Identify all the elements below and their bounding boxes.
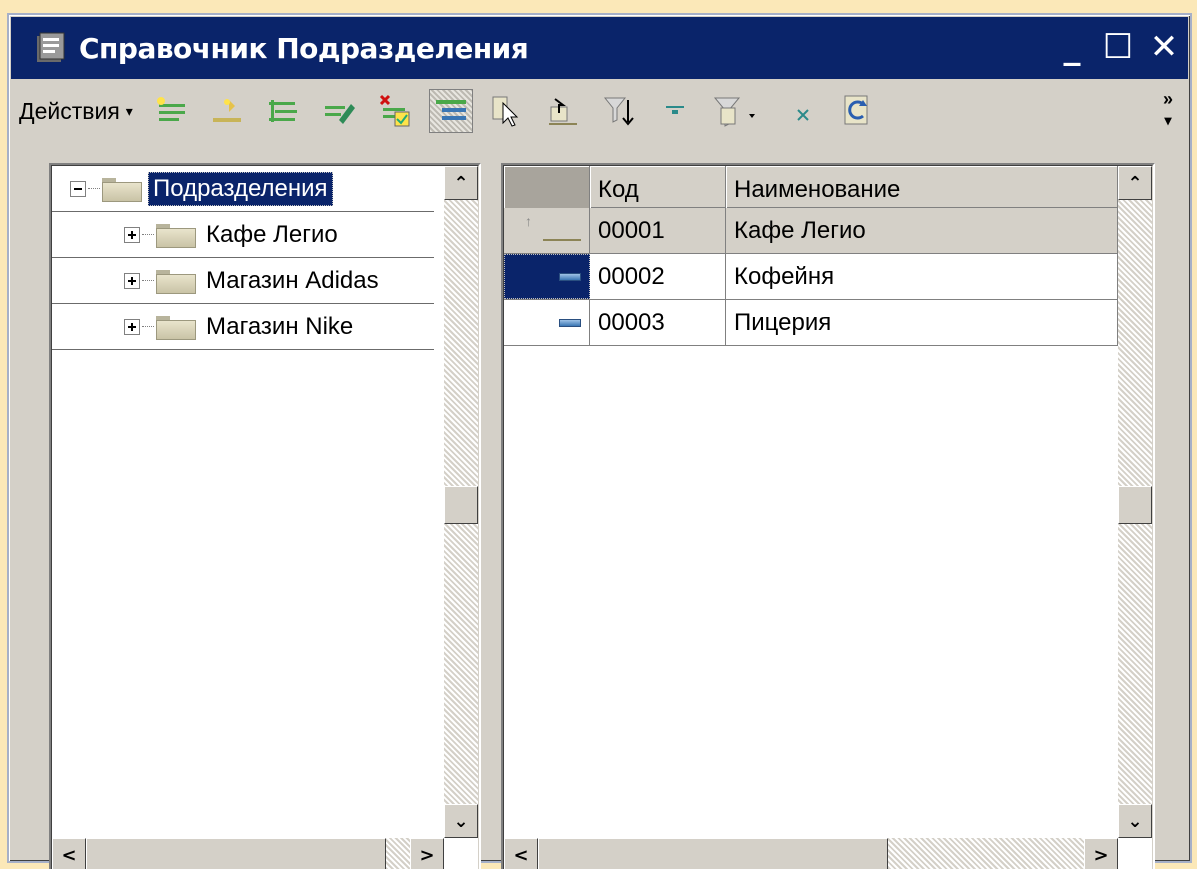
scroll-up-button[interactable]: ⌃	[1118, 166, 1152, 200]
tree-root[interactable]: Подразделения	[52, 166, 434, 212]
folder-icon	[156, 315, 196, 340]
refresh-icon[interactable]	[837, 89, 881, 133]
parent-group-icon	[521, 213, 581, 243]
chevron-down-icon: ▾	[125, 102, 133, 119]
add-item-icon[interactable]	[149, 89, 193, 133]
filter-value-icon[interactable]	[597, 89, 641, 133]
add-group-icon[interactable]	[261, 89, 305, 133]
cell-name: Кофейня	[726, 254, 1118, 299]
table-row[interactable]: 00003 Пицерия	[504, 300, 1118, 346]
toolbar: Действия ▾ » ▾	[11, 81, 1188, 141]
folder-icon	[156, 269, 196, 294]
scroll-right-button[interactable]: >	[410, 838, 444, 869]
tree-horizontal-scrollbar[interactable]: < >	[52, 838, 444, 869]
tree-node-label: Кафе Легио	[206, 220, 338, 248]
scroll-down-button[interactable]: ⌄	[1118, 804, 1152, 838]
column-header-name[interactable]: Наименование	[726, 166, 1118, 208]
cell-code: 00001	[590, 208, 726, 253]
tree-node[interactable]: Магазин Nike	[52, 304, 434, 350]
expand-icon[interactable]	[124, 318, 140, 335]
items-table[interactable]: Код Наименование 00001 Кафе Легио 00002 …	[501, 163, 1155, 869]
table-row[interactable]: 00001 Кафе Легио	[504, 208, 1118, 254]
scroll-right-button[interactable]: >	[1084, 838, 1118, 869]
expand-icon[interactable]	[124, 226, 140, 243]
expand-icon[interactable]	[124, 272, 140, 289]
table-vertical-scrollbar[interactable]: ⌃ ⌄	[1118, 166, 1152, 838]
scroll-left-button[interactable]: <	[52, 838, 86, 869]
edit-item-icon[interactable]	[317, 89, 361, 133]
row-indicator	[504, 254, 590, 299]
groups-tree[interactable]: Подразделения Кафе Легио Магазин Adidas …	[49, 163, 481, 869]
chevron-double-right-icon: »	[1162, 89, 1173, 109]
clear-filter-icon[interactable]	[781, 89, 825, 133]
directory-window: Справочник Подразделения _ ☐ ✕ Действия …	[7, 13, 1192, 869]
scroll-up-button[interactable]: ⌃	[444, 166, 478, 200]
collapse-icon[interactable]	[70, 180, 86, 197]
row-indicator-header	[504, 166, 590, 208]
column-header-code[interactable]: Код	[590, 166, 726, 208]
row-indicator	[504, 208, 590, 253]
cell-name: Пицерия	[726, 300, 1118, 345]
filter-icon[interactable]	[653, 89, 697, 133]
select-item-icon[interactable]	[485, 89, 529, 133]
maximize-button[interactable]: ☐	[1102, 29, 1134, 65]
folder-icon	[156, 223, 196, 248]
chevron-down-icon: ▾	[1164, 112, 1172, 128]
catalog-icon	[33, 30, 69, 66]
title-bar[interactable]: Справочник Подразделения _ ☐ ✕	[11, 17, 1188, 79]
scroll-thumb[interactable]	[538, 838, 888, 869]
filter-menu-icon[interactable]	[709, 89, 769, 133]
cell-name: Кафе Легио	[726, 208, 1118, 253]
scroll-thumb[interactable]	[86, 838, 386, 869]
actions-menu-button[interactable]: Действия ▾	[19, 98, 133, 125]
cell-code: 00002	[590, 254, 726, 299]
cell-code: 00003	[590, 300, 726, 345]
window-title: Справочник Подразделения	[79, 31, 529, 65]
item-icon	[559, 272, 581, 281]
hierarchy-view-icon[interactable]	[428, 89, 473, 133]
folder-icon	[102, 177, 142, 202]
minimize-button[interactable]: _	[1056, 29, 1088, 65]
toolbar-overflow-button[interactable]: » ▾	[1156, 89, 1180, 133]
table-horizontal-scrollbar[interactable]: < >	[504, 838, 1118, 869]
row-indicator	[504, 300, 590, 345]
scroll-thumb[interactable]	[444, 486, 478, 524]
tree-node-label: Магазин Nike	[206, 312, 354, 340]
tree-node-label: Магазин Adidas	[206, 266, 379, 294]
scroll-left-button[interactable]: <	[504, 838, 538, 869]
tree-node[interactable]: Кафе Легио	[52, 212, 434, 258]
tree-node[interactable]: Магазин Adidas	[52, 258, 434, 304]
copy-item-icon[interactable]	[205, 89, 249, 133]
tree-vertical-scrollbar[interactable]: ⌃ ⌄	[444, 166, 478, 838]
table-header: Код Наименование	[504, 166, 1118, 208]
table-row[interactable]: 00002 Кофейня	[504, 254, 1118, 300]
actions-label: Действия	[19, 97, 120, 124]
level-up-icon[interactable]	[541, 89, 585, 133]
scroll-thumb[interactable]	[1118, 486, 1152, 524]
item-icon	[559, 318, 581, 327]
delete-item-icon[interactable]	[373, 89, 417, 133]
tree-root-label: Подразделения	[148, 171, 333, 206]
close-button[interactable]: ✕	[1148, 29, 1180, 65]
scroll-down-button[interactable]: ⌄	[444, 804, 478, 838]
